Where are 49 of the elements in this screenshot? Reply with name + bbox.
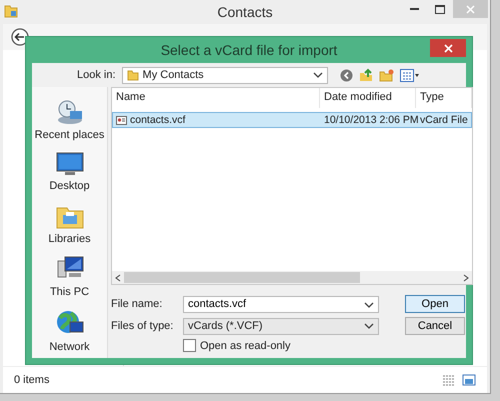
place-item[interactable]: Desktop: [32, 146, 107, 197]
open-button[interactable]: Open: [405, 295, 465, 313]
column-header[interactable]: Name: [112, 88, 320, 108]
contact-card-icon: [116, 114, 127, 126]
close-button[interactable]: [430, 39, 466, 57]
new-folder-icon[interactable]: [378, 68, 394, 82]
column-header[interactable]: Date modified: [320, 88, 416, 108]
place-label[interactable]: This PC: [50, 286, 90, 298]
cancel-button[interactable]: Cancel: [405, 317, 465, 335]
place-item[interactable]: Libraries: [32, 197, 107, 250]
look-in-dropdown[interactable]: My Contacts: [122, 66, 328, 84]
place-label[interactable]: Libraries: [48, 233, 91, 245]
file-type-dropdown[interactable]: vCards (*.VCF): [183, 318, 379, 334]
caret-icon: [364, 302, 374, 308]
status-text: 0 items: [14, 374, 50, 386]
horizontal-scrollbar[interactable]: [112, 271, 472, 284]
file-name-label: File name:: [111, 298, 164, 310]
table-cell: contacts.vcf: [130, 114, 186, 126]
monitor-icon: [54, 151, 84, 177]
minimize-icon: [410, 8, 418, 10]
scroll-right-icon[interactable]: [462, 274, 469, 282]
file-row[interactable]: contacts.vcf 10/10/2013 2:06 PMvCard File: [112, 112, 472, 128]
place-item[interactable]: Recent places: [32, 93, 107, 146]
caret-icon: [312, 72, 323, 78]
caret-icon: [364, 323, 374, 329]
table-cell: vCard File: [420, 114, 468, 126]
place-item[interactable]: This PC: [32, 250, 107, 303]
view-menu-icon[interactable]: [400, 68, 420, 82]
details-view-icon[interactable]: [442, 374, 456, 386]
window-title: Contacts: [217, 4, 273, 20]
close-icon: [444, 44, 452, 52]
folder-icon: [4, 4, 18, 18]
close-icon: [466, 4, 475, 14]
place-label[interactable]: Network: [49, 341, 90, 353]
folder-icon: [126, 69, 139, 81]
maximize-icon: [435, 4, 445, 14]
scroll-left-icon[interactable]: [115, 274, 121, 282]
file-type-label: Files of type:: [111, 320, 174, 332]
place-item[interactable]: Network: [32, 303, 107, 358]
look-in-label: Look in:: [77, 69, 116, 81]
thumbnails-view-icon[interactable]: [462, 374, 476, 386]
place-label[interactable]: Recent places: [34, 129, 104, 141]
up-folder-icon[interactable]: [358, 68, 373, 82]
table-cell: 10/10/2013 2:06 PM: [324, 114, 419, 126]
file-name-field[interactable]: contacts.vcf: [183, 296, 379, 312]
dialog-title: Select a vCard file for import: [160, 42, 338, 58]
place-label[interactable]: Desktop: [49, 180, 90, 192]
column-header[interactable]: Type: [416, 88, 472, 108]
read-only-checkbox[interactable]: Open as read-only: [183, 339, 379, 352]
